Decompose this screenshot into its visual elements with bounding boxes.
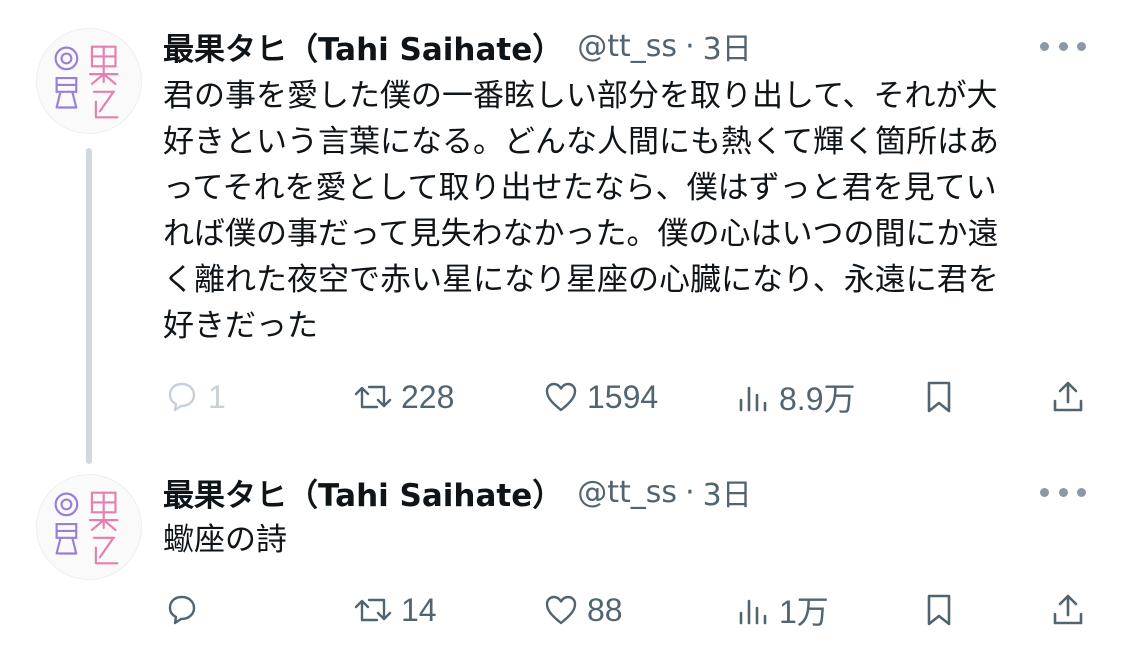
author-name[interactable]: 最果タヒ（Tahi Saihate） <box>163 24 563 69</box>
reply-bubble-icon <box>168 382 196 412</box>
author-name[interactable]: 最果タヒ（Tahi Saihate） <box>163 470 563 515</box>
more-dots-icon[interactable] <box>1040 472 1086 512</box>
heart-icon <box>545 382 577 412</box>
tweet-header: 最果タヒ（Tahi Saihate） @tt_ss · 3日 <box>163 24 752 69</box>
reply-button[interactable] <box>164 590 208 630</box>
repost-button[interactable]: 14 <box>353 590 437 630</box>
repost-count: 14 <box>401 591 437 628</box>
repost-count: 228 <box>401 378 455 415</box>
bookmark-icon <box>927 381 951 413</box>
repost-icon <box>354 385 392 409</box>
like-button[interactable]: 88 <box>543 590 623 630</box>
heart-icon <box>545 595 577 625</box>
views-button[interactable]: 8.9万 <box>735 377 856 417</box>
separator-dot: · <box>685 474 695 510</box>
avatar-logo-icon <box>54 45 119 119</box>
tweet-1[interactable]: 最果タヒ（Tahi Saihate） @tt_ss · 3日 君の事を愛した僕の… <box>0 0 1125 460</box>
share-button[interactable] <box>1050 377 1086 417</box>
avatar[interactable] <box>36 474 142 580</box>
author-handle[interactable]: @tt_ss <box>577 475 677 510</box>
bookmark-icon <box>927 594 951 626</box>
author-handle[interactable]: @tt_ss <box>577 29 677 64</box>
bookmark-button[interactable] <box>921 590 957 630</box>
like-count: 1594 <box>587 378 659 415</box>
like-button[interactable]: 1594 <box>543 377 658 417</box>
reply-button[interactable]: 1 <box>164 377 226 417</box>
repost-icon <box>354 598 392 622</box>
views-button[interactable]: 1万 <box>735 590 829 630</box>
avatar[interactable] <box>36 28 142 134</box>
timestamp[interactable]: 3日 <box>703 24 752 68</box>
reply-count: 1 <box>208 378 226 415</box>
tweet-2[interactable]: 最果タヒ（Tahi Saihate） @tt_ss · 3日 蠍座の詩 14 8… <box>0 466 1125 655</box>
share-icon <box>1053 381 1083 412</box>
views-bar-chart-icon <box>739 386 767 412</box>
share-icon <box>1053 594 1083 625</box>
separator-dot: · <box>685 28 695 64</box>
share-button[interactable] <box>1050 590 1086 630</box>
view-count: 8.9万 <box>779 381 856 417</box>
bookmark-button[interactable] <box>921 377 957 417</box>
avatar-logo-icon <box>54 491 119 565</box>
repost-button[interactable]: 228 <box>353 377 454 417</box>
tweet-text: 蠍座の詩 <box>163 522 287 558</box>
like-count: 88 <box>587 591 623 628</box>
action-bar: 14 88 1万 <box>0 590 1125 630</box>
tweet-header: 最果タヒ（Tahi Saihate） @tt_ss · 3日 <box>163 470 752 515</box>
tweet-text: 君の事を愛した僕の一番眩しい部分を取り出して、それが大 好きという言葉になる。ど… <box>163 78 1000 344</box>
views-bar-chart-icon <box>739 599 767 625</box>
view-count: 1万 <box>779 594 829 630</box>
timestamp[interactable]: 3日 <box>703 470 752 514</box>
reply-bubble-icon <box>168 595 196 625</box>
action-bar: 1 228 1594 8.9万 <box>0 377 1125 417</box>
more-dots-icon[interactable] <box>1040 26 1086 66</box>
